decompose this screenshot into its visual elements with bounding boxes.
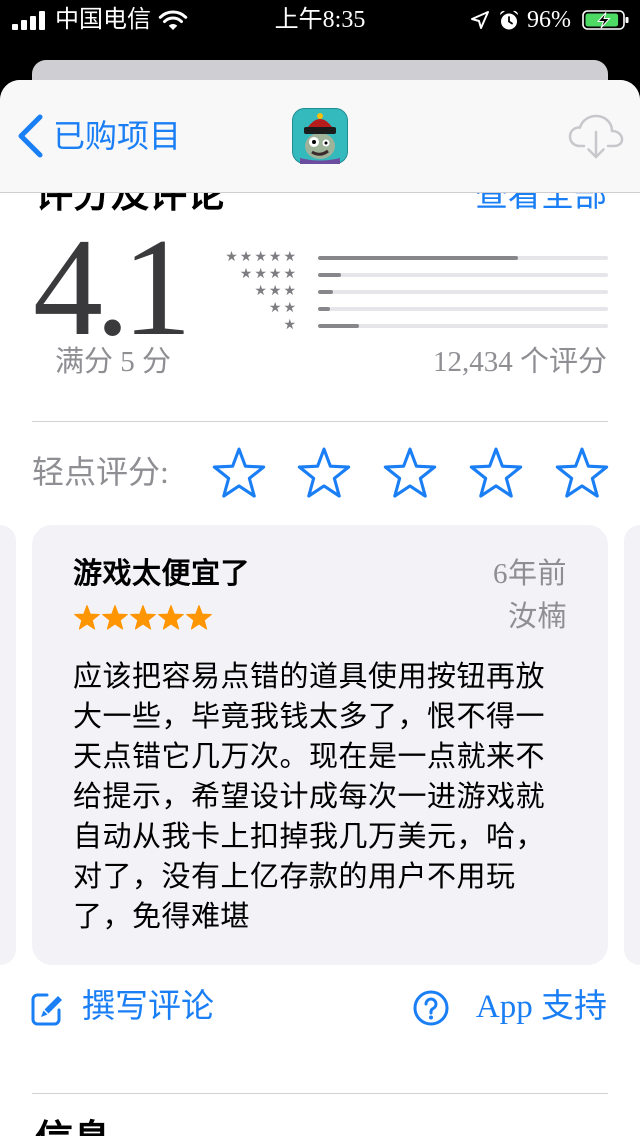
review-star-icon [158, 605, 184, 630]
back-label: 已购项目 [53, 118, 182, 154]
rating-bar-track [318, 323, 608, 328]
rating-row-5-star: ★★★★★ [200, 249, 610, 266]
review-card[interactable]: 游戏太便宜了 6年前 汝楠 应该把容易点错的道具使用按钮再放 大一些，毕竟我钱太… [32, 525, 608, 965]
back-button[interactable]: 已购项目 [0, 108, 200, 164]
review-body-line: 大一些，毕竟我钱太多了，恨不得一 [73, 701, 546, 733]
rating-row-stars-icon: ★★★★ [239, 266, 298, 282]
previous-review-card[interactable] [0, 525, 16, 965]
rating-row-stars-icon: ★ [283, 317, 298, 333]
rating-bar-track [318, 289, 608, 294]
review-body: 应该把容易点错的道具使用按钮再放 大一些，毕竟我钱太多了，恨不得一 天点错它几万… [73, 657, 545, 937]
rating-bar-fill [318, 306, 330, 311]
rating-bar-track [318, 306, 608, 311]
rating-bar-fill [318, 272, 342, 277]
tap-to-rate-label: 轻点评分: [32, 454, 169, 490]
tap-rate-star-3-icon[interactable] [382, 446, 438, 502]
review-rating-stars [73, 604, 213, 632]
write-review-label: 撰写评论 [82, 989, 214, 1025]
review-body-line: 应该把容易点错的道具使用按钮再放 [73, 661, 546, 693]
app-support-button[interactable]: App 支持 [408, 985, 612, 1031]
rating-bar-fill [318, 289, 333, 294]
alarm-clock-icon [499, 10, 519, 30]
review-body-line: 对了，没有上亿存款的用户不用玩 [73, 861, 516, 893]
carrier-name: 中国电信 [55, 7, 151, 33]
tap-rate-star-4-icon[interactable] [468, 446, 524, 502]
rating-row-stars-icon: ★★★ [254, 283, 298, 299]
tap-rate-star-5-icon[interactable] [554, 446, 610, 502]
question-circle-icon [413, 990, 449, 1026]
rating-row-2-star: ★★ [200, 300, 610, 317]
divider [32, 421, 608, 422]
chevron-left-icon [18, 114, 43, 158]
app-icon [292, 108, 348, 164]
info-heading: 信息 [35, 1118, 111, 1136]
review-star-icon [102, 605, 128, 630]
average-rating: 4.1 [33, 210, 192, 365]
review-star-icon [186, 605, 212, 630]
rating-distribution: ★★★★★ ★★★★ ★★★ ★★ ★ [200, 249, 610, 335]
review-title: 游戏太便宜了 [73, 558, 251, 590]
rating-row-4-star: ★★★★ [200, 266, 610, 283]
rating-count: 12,434 个评分 [432, 346, 607, 378]
rating-bar-fill [318, 255, 519, 260]
cloud-download-icon[interactable] [568, 112, 624, 162]
review-body-line: 自动从我卡上扣掉我几万美元，哈， [73, 821, 546, 853]
rating-out-of: 满分 5 分 [54, 346, 171, 378]
battery-charging-icon [582, 10, 629, 30]
review-body-line: 了，免得难堪 [73, 901, 251, 933]
battery-percent: 96% [527, 7, 571, 33]
tap-rate-star-2-icon[interactable] [296, 446, 352, 502]
write-review-button[interactable]: 撰写评论 [28, 985, 228, 1031]
rating-bar-track [318, 272, 608, 277]
review-author: 汝楠 [507, 601, 567, 633]
rating-row-stars-icon: ★★ [268, 300, 298, 316]
status-bar: 中国电信 上午8:35 96% [0, 0, 640, 40]
review-age: 6年前 [492, 558, 567, 590]
app-support-label: App 支持 [475, 989, 607, 1025]
location-arrow-icon [471, 11, 489, 29]
wifi-icon [158, 10, 188, 30]
review-body-line: 给提示，希望设计成每次一进游戏就 [73, 781, 546, 813]
rating-row-stars-icon: ★★★★★ [225, 249, 298, 265]
review-star-icon [130, 605, 156, 630]
rating-bar-track [318, 255, 608, 260]
tap-rate-star-1-icon[interactable] [211, 446, 267, 502]
review-body-line: 天点错它几万次。现在是一点就来不 [73, 741, 546, 773]
review-star-icon [74, 605, 100, 630]
next-review-card[interactable] [624, 525, 640, 965]
divider [32, 1093, 608, 1094]
rating-bar-fill [318, 323, 359, 328]
rating-row-1-star: ★ [200, 317, 610, 334]
compose-icon [31, 993, 62, 1026]
rating-row-3-star: ★★★ [200, 283, 610, 300]
clock-time: 上午8:35 [274, 7, 366, 33]
cellular-signal-icon [12, 11, 45, 30]
